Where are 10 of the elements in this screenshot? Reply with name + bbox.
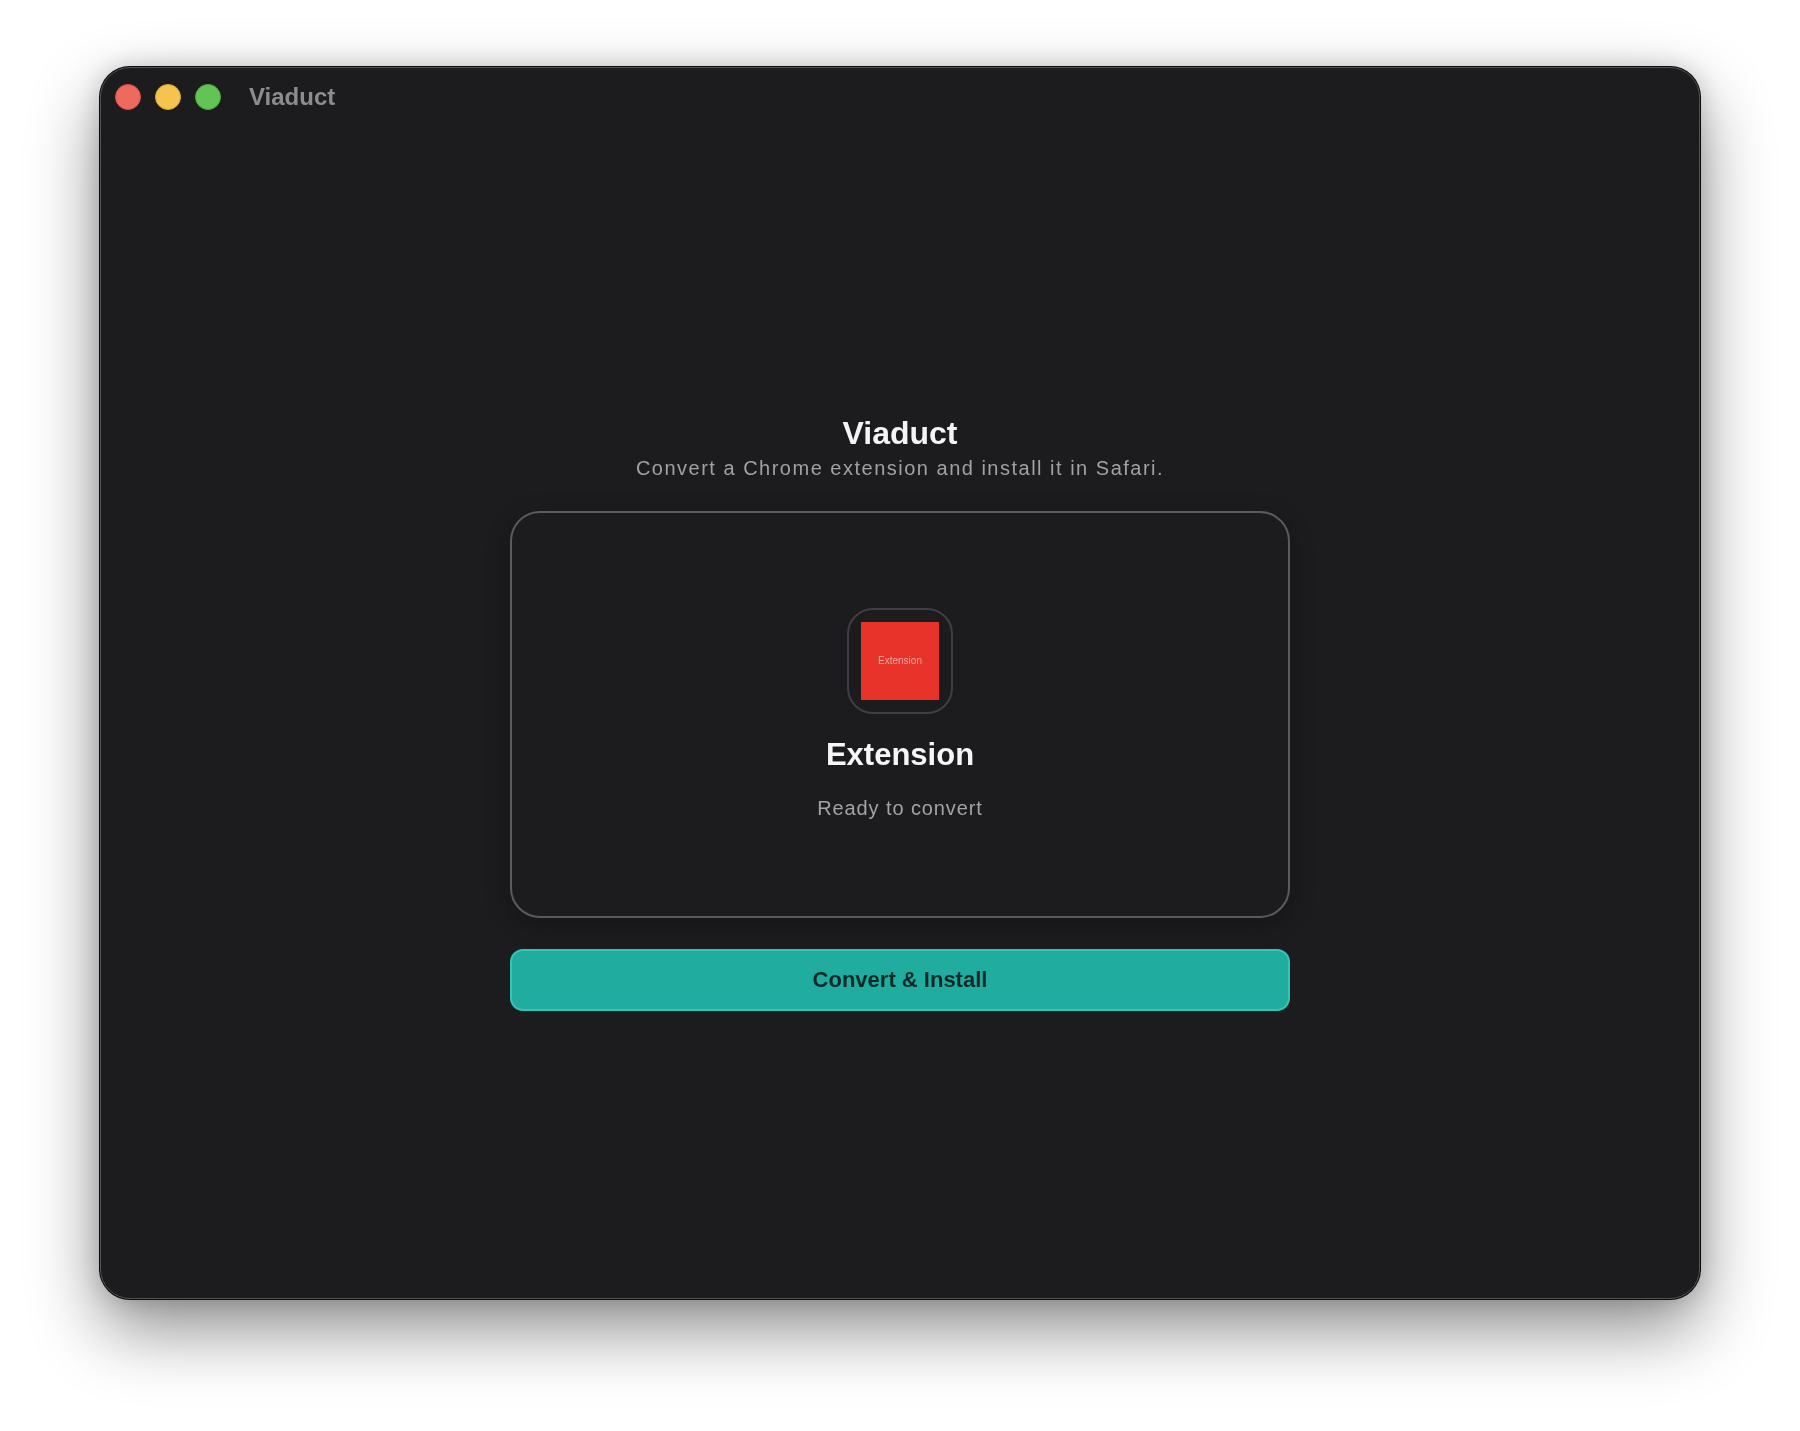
status-text: Ready to convert bbox=[817, 795, 983, 821]
app-subtitle: Convert a Chrome extension and install it in Safari. bbox=[635, 456, 1165, 481]
convert-install-button[interactable]: Convert & Install bbox=[510, 949, 1290, 1011]
app-heading: Viaduct bbox=[842, 414, 958, 452]
extension-name: Extension bbox=[825, 735, 975, 774]
window-title: Viaduct bbox=[249, 82, 336, 112]
close-button[interactable] bbox=[115, 84, 141, 110]
zoom-button[interactable] bbox=[195, 84, 221, 110]
placeholder-label: Extension bbox=[878, 655, 922, 666]
minimize-button[interactable] bbox=[155, 84, 181, 110]
